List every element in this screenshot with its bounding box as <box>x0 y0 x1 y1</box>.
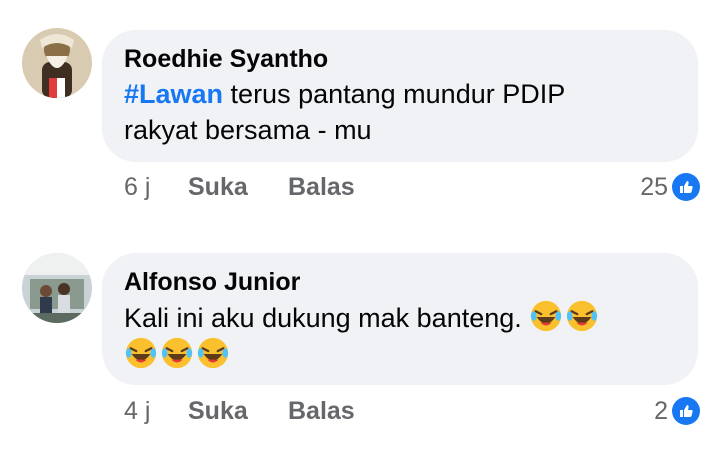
laughing-crying-emoji <box>160 336 194 370</box>
comment-text: Kali ini aku dukung mak banteng. <box>124 299 676 373</box>
like-icon <box>672 173 700 201</box>
hashtag-link[interactable]: #Lawan <box>124 79 223 109</box>
reaction-summary[interactable]: 25 <box>640 172 700 202</box>
reaction-count: 25 <box>640 172 668 201</box>
comment-actions: 6 j Suka Balas <box>124 172 700 202</box>
reply-button[interactable]: Balas <box>288 396 355 426</box>
avatar[interactable] <box>22 253 92 323</box>
reaction-summary[interactable]: 2 <box>654 396 700 426</box>
reply-button[interactable]: Balas <box>288 172 355 202</box>
like-button[interactable]: Suka <box>188 172 248 202</box>
laughing-crying-emoji <box>529 299 563 333</box>
comment-bubble: Alfonso Junior Kali ini aku dukung mak b… <box>102 253 698 385</box>
comment-text: #Lawan terus pantang mundur PDIP rakyat … <box>124 76 676 148</box>
like-icon <box>672 397 700 425</box>
laughing-crying-emoji <box>196 336 230 370</box>
comment-text-line1: Kali ini aku dukung mak banteng. <box>124 303 522 333</box>
comment-author[interactable]: Roedhie Syantho <box>124 42 676 76</box>
comment-actions: 4 j Suka Balas <box>124 396 700 426</box>
comment-text-line1: terus pantang mundur PDIP <box>223 79 566 109</box>
like-button[interactable]: Suka <box>188 396 248 426</box>
reaction-count: 2 <box>654 396 668 425</box>
comment-timestamp[interactable]: 4 j <box>124 396 150 426</box>
laughing-crying-emoji <box>124 336 158 370</box>
comment-author[interactable]: Alfonso Junior <box>124 265 676 299</box>
comment-text-line2: rakyat bersama - mu <box>124 115 372 145</box>
comment-timestamp[interactable]: 6 j <box>124 172 150 202</box>
avatar-image <box>22 28 92 98</box>
laughing-crying-emoji <box>565 299 599 333</box>
comment-bubble: Roedhie Syantho #Lawan terus pantang mun… <box>102 30 698 162</box>
avatar-image <box>22 253 92 323</box>
avatar[interactable] <box>22 28 92 98</box>
